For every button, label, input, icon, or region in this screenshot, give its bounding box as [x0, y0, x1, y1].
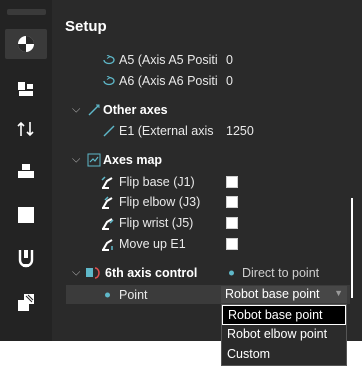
line-axis-icon	[88, 104, 100, 116]
axis-a5-value[interactable]: 0	[226, 53, 233, 67]
move-up-label: Move up E1	[119, 237, 186, 251]
axes-map-icon	[87, 153, 101, 167]
panel-title: Setup	[65, 18, 107, 35]
square-icon	[18, 207, 34, 223]
flip-wrist-label: Flip wrist (J5)	[119, 216, 194, 230]
dropdown-option-label: Custom	[227, 347, 271, 361]
sixth-axis-label: 6th axis control	[105, 266, 198, 280]
point-select[interactable]: Robot base point ▼	[221, 286, 347, 303]
axis-e1-label: E1 (External axis	[119, 124, 214, 138]
sixth-axis-mode: Direct to point	[242, 266, 320, 280]
other-axes-row[interactable]: ⌵ Other axes	[60, 100, 352, 120]
chevron-down-icon[interactable]: ⌵	[72, 104, 80, 117]
chevron-down-icon[interactable]: ▼	[334, 288, 343, 298]
dropdown-option-label: Robot base point	[228, 308, 323, 322]
point-dropdown: Robot base point Robot elbow point Custo…	[221, 304, 347, 366]
wrist-axis-icon	[86, 267, 100, 279]
target-icon	[18, 36, 34, 52]
toolbar-gripper-button[interactable]	[5, 243, 47, 273]
axis-a6-value[interactable]: 0	[226, 74, 233, 88]
flip-base-label: Flip base (J1)	[119, 175, 195, 189]
rotate-icon	[103, 76, 115, 86]
bullet-icon	[105, 292, 110, 298]
axis-a5-row: A5 (Axis A5 Positi 0	[60, 50, 352, 70]
toolbar-square-button[interactable]	[5, 200, 47, 230]
robot-arm-icon	[102, 218, 114, 230]
point-label: Point	[119, 288, 148, 302]
flip-base-checkbox[interactable]	[226, 176, 238, 188]
flip-icon	[17, 121, 34, 137]
axis-a6-row: A6 (Axis A6 Positi 0	[60, 71, 352, 91]
toolbar-robot-button[interactable]	[5, 74, 47, 104]
flip-wrist-row: Flip wrist (J5)	[60, 213, 352, 233]
point-select-value: Robot base point	[225, 287, 320, 301]
axis-a6-label: A6 (Axis A6 Positi	[119, 74, 218, 88]
chevron-down-icon[interactable]: ⌵	[72, 267, 80, 280]
move-up-row: Move up E1	[60, 234, 352, 254]
axis-a5-label: A5 (Axis A5 Positi	[119, 53, 218, 67]
dropdown-option[interactable]: Robot base point	[222, 305, 346, 325]
robot-arm-icon	[101, 176, 113, 189]
robot-arm-icon	[102, 196, 113, 209]
line-axis-icon	[103, 125, 115, 137]
toolbar-layers-button[interactable]	[5, 156, 47, 186]
left-toolbar	[0, 0, 52, 341]
pattern-icon	[18, 294, 34, 311]
dropdown-option-label: Robot elbow point	[227, 327, 328, 341]
scrollbar[interactable]	[351, 198, 353, 298]
toolbar-flip-button[interactable]	[5, 114, 47, 144]
layers-icon	[18, 164, 34, 178]
move-up-checkbox[interactable]	[226, 238, 238, 250]
flip-base-row: Flip base (J1)	[60, 172, 352, 192]
toolbar-handle[interactable]	[7, 9, 46, 15]
rotate-icon	[103, 55, 115, 65]
toolbar-target-button[interactable]	[5, 29, 47, 59]
flip-elbow-label: Flip elbow (J3)	[119, 195, 201, 209]
dropdown-option[interactable]: Custom	[222, 345, 346, 365]
dropdown-option[interactable]: Robot elbow point	[222, 325, 346, 345]
gripper-icon	[18, 250, 34, 268]
chevron-down-icon[interactable]: ⌵	[72, 154, 80, 167]
sixth-axis-row[interactable]: ⌵ 6th axis control Direct to point	[60, 263, 352, 283]
axes-map-label: Axes map	[103, 153, 163, 167]
axes-map-row[interactable]: ⌵ Axes map	[60, 150, 352, 170]
flip-wrist-checkbox[interactable]	[226, 217, 238, 229]
flip-elbow-checkbox[interactable]	[226, 196, 238, 208]
bullet-icon	[229, 270, 234, 276]
flip-elbow-row: Flip elbow (J3)	[60, 192, 352, 212]
axis-e1-value[interactable]: 1250	[226, 124, 254, 138]
robot-icon	[18, 82, 33, 96]
robot-arm-icon	[102, 239, 113, 251]
axis-e1-row: E1 (External axis 1250	[60, 121, 352, 141]
toolbar-pattern-button[interactable]	[5, 287, 47, 317]
other-axes-label: Other axes	[103, 103, 168, 117]
